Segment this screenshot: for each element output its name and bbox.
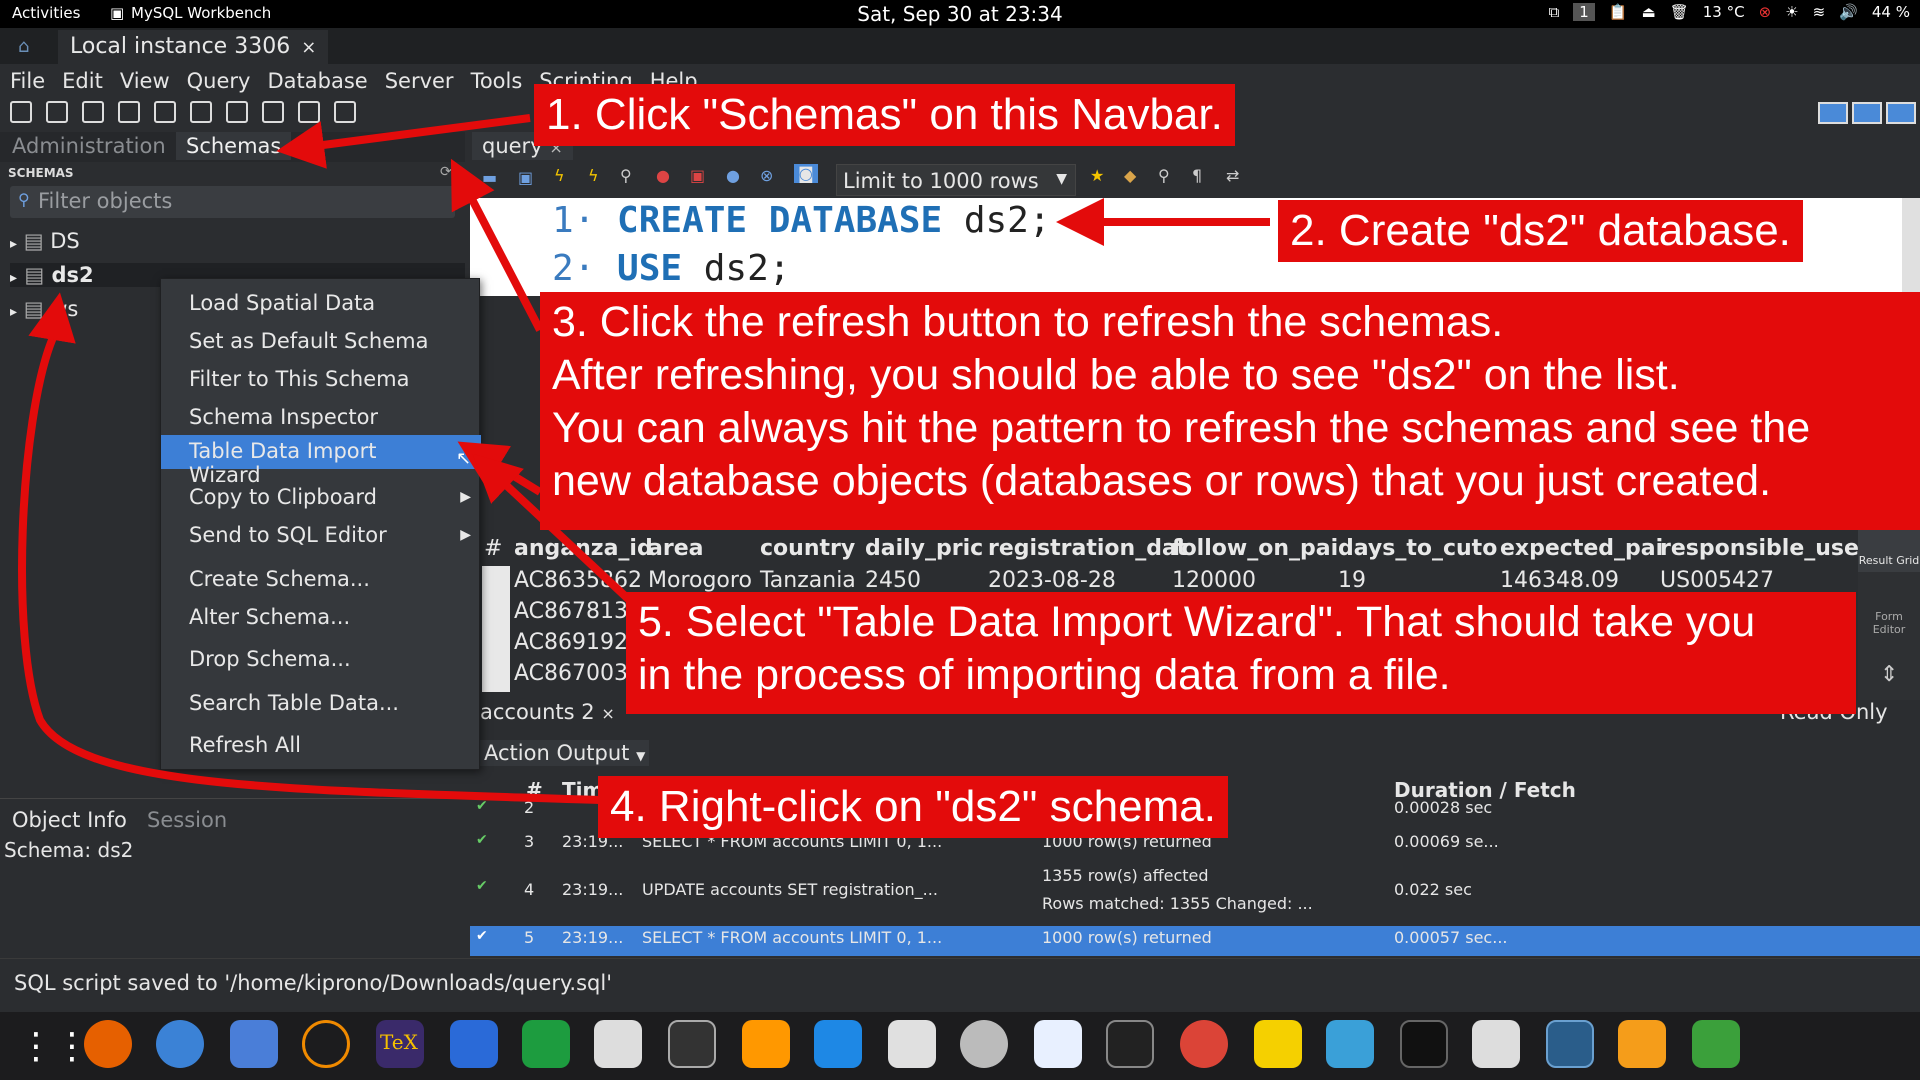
annotation-step-3-line: 3. Click the refresh button to refresh t… xyxy=(552,298,1504,346)
annotation-step-3-line: After refreshing, you should be able to … xyxy=(552,350,1680,399)
arrow-to-refresh xyxy=(450,158,544,332)
annotation-step-1: 1. Click "Schemas" on this Navbar. xyxy=(534,84,1235,147)
annotation-arrows xyxy=(18,114,1270,804)
annotation-step-3-line: new database objects (databases or rows)… xyxy=(552,456,1772,505)
arrow-to-schemas-tab xyxy=(276,114,531,169)
annotation-step-3-line: You can always hit the pattern to refres… xyxy=(552,403,1811,452)
annotation-step-5-line: 5. Select "Table Data Import Wizard". Th… xyxy=(638,598,1756,646)
annotation-step-2: 2. Create "ds2" database. xyxy=(1278,200,1803,263)
annotation-step-5: 5. Select "Table Data Import Wizard". Th… xyxy=(626,592,1856,714)
annotation-step-5-line: in the process of importing data from a … xyxy=(638,650,1451,699)
arrow-to-ds2 xyxy=(18,292,601,804)
annotation-step-3: 3. Click the refresh button to refresh t… xyxy=(540,292,1920,530)
annotation-step-4: 4. Right-click on "ds2" schema. xyxy=(598,776,1228,839)
